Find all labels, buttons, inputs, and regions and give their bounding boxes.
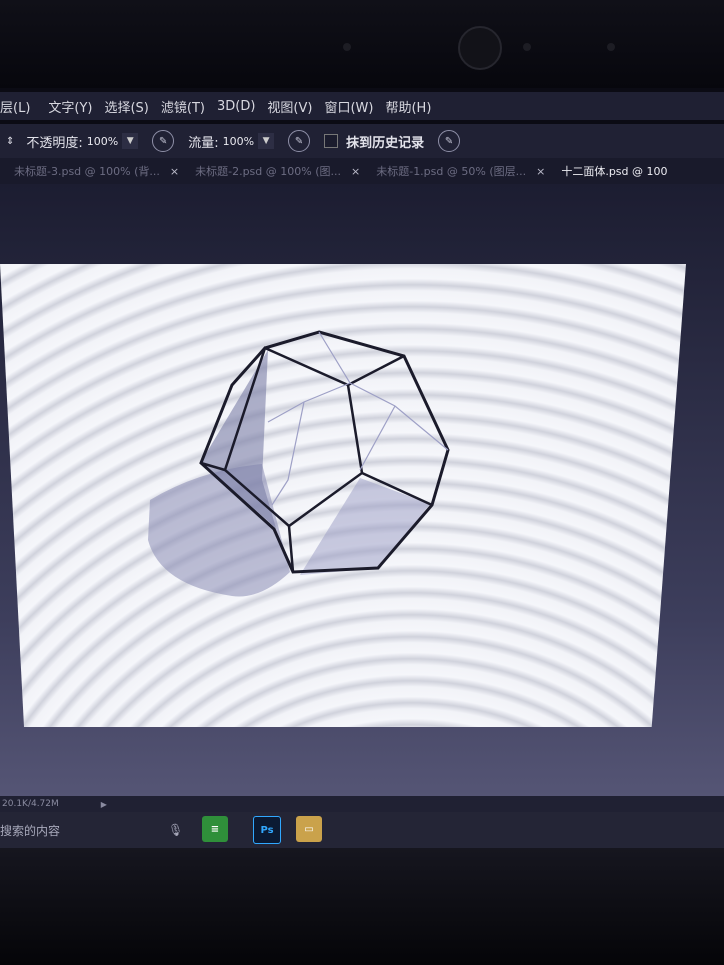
search-box[interactable]: 搜索的内容 (0, 822, 60, 839)
taskbar: 搜索的内容 🎙 (0, 812, 724, 848)
document-size: 20.1K/4.72M (2, 799, 59, 809)
hidden-edges (267, 331, 449, 506)
cast-shadow (148, 464, 290, 597)
bottom-face-shading (300, 478, 430, 575)
status-menu-arrow-icon[interactable]: ▶ (101, 800, 107, 809)
folder-icon[interactable]: ▭ (296, 816, 322, 842)
microphone-icon[interactable]: 🎙 (168, 823, 183, 837)
status-bar: 20.1K/4.72M ▶ (0, 796, 724, 812)
screen-photo: 层(L) 文字(Y) 选择(S) 滤镜(T) 3D(D) 视图(V) 窗口(W)… (0, 0, 724, 965)
edge (347, 354, 405, 387)
photoshop-icon[interactable]: Ps (253, 816, 281, 844)
monitor-bezel-bottom (0, 848, 724, 965)
green-app-icon[interactable]: ≡ (202, 816, 228, 842)
